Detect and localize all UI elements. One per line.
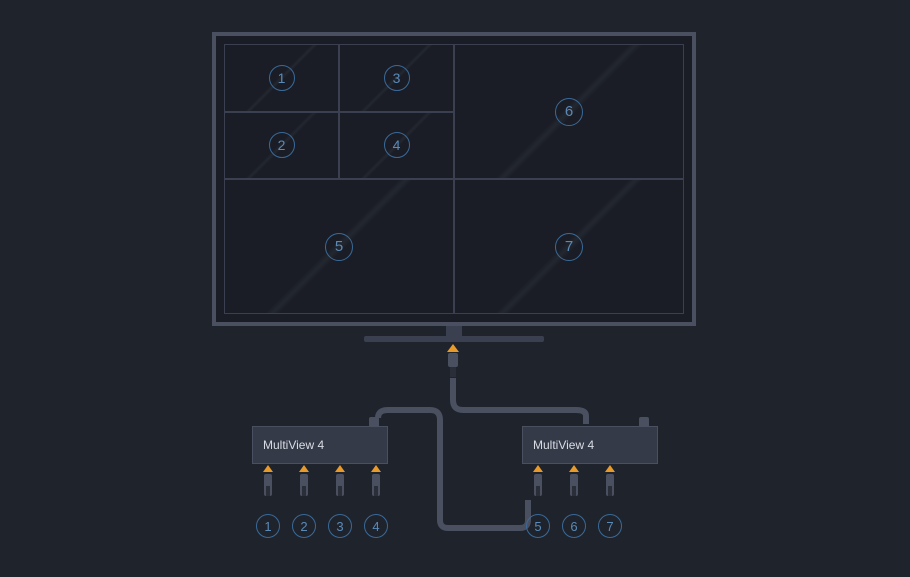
- monitor-screen: 1 2 3 4 5 6 7: [224, 44, 684, 314]
- connector-arrow-icon: [447, 344, 459, 352]
- tile-label: 1: [269, 65, 295, 91]
- tile-label: 3: [384, 65, 410, 91]
- input-port: 5: [530, 465, 546, 538]
- device-output-port: [369, 417, 379, 427]
- device-right-inputs: 5 6 7: [530, 465, 618, 538]
- tile-label: 4: [384, 132, 410, 158]
- input-label: 2: [292, 514, 316, 538]
- screen-tile-1: 1: [224, 44, 339, 112]
- connector-plug: [336, 474, 344, 496]
- connector-plug: [264, 474, 272, 496]
- monitor-stand-neck: [446, 326, 462, 336]
- connector-arrow-icon: [605, 465, 615, 472]
- screen-tile-5: 5: [224, 179, 454, 314]
- monitor-stand-base: [364, 336, 544, 342]
- connector-arrow-icon: [299, 465, 309, 472]
- input-label: 4: [364, 514, 388, 538]
- screen-tile-7: 7: [454, 179, 684, 314]
- device-left: MultiView 4: [252, 426, 388, 464]
- connector-plug: [534, 474, 542, 496]
- connector-plug: [606, 474, 614, 496]
- connector-arrow-icon: [569, 465, 579, 472]
- input-label: 6: [562, 514, 586, 538]
- input-port: 2: [296, 465, 312, 538]
- input-port: 6: [566, 465, 582, 538]
- screen-tile-2: 2: [224, 112, 339, 180]
- input-label: 1: [256, 514, 280, 538]
- device-left-inputs: 1 2 3 4: [260, 465, 384, 538]
- input-port: 4: [368, 465, 384, 538]
- input-label: 3: [328, 514, 352, 538]
- connector-arrow-icon: [263, 465, 273, 472]
- screen-tile-4: 4: [339, 112, 454, 180]
- input-port: 7: [602, 465, 618, 538]
- input-port: 3: [332, 465, 348, 538]
- monitor-input-connector: [447, 344, 459, 377]
- connector-arrow-icon: [371, 465, 381, 472]
- tile-label: 2: [269, 132, 295, 158]
- connector-arrow-icon: [533, 465, 543, 472]
- connector-plug: [570, 474, 578, 496]
- tile-label: 7: [555, 233, 583, 261]
- tile-label: 6: [555, 98, 583, 126]
- device-right: MultiView 4: [522, 426, 658, 464]
- monitor: 1 2 3 4 5 6 7: [212, 32, 696, 326]
- connector-arrow-icon: [335, 465, 345, 472]
- device-output-port: [639, 417, 649, 427]
- connector-plug-body: [450, 367, 456, 377]
- tile-label: 5: [325, 233, 353, 261]
- screen-tile-6: 6: [454, 44, 684, 179]
- connector-plug: [372, 474, 380, 496]
- device-label: MultiView 4: [263, 438, 324, 452]
- input-label: 7: [598, 514, 622, 538]
- connector-plug: [448, 353, 458, 367]
- input-label: 5: [526, 514, 550, 538]
- input-port: 1: [260, 465, 276, 538]
- device-label: MultiView 4: [533, 438, 594, 452]
- connector-plug: [300, 474, 308, 496]
- screen-tile-3: 3: [339, 44, 454, 112]
